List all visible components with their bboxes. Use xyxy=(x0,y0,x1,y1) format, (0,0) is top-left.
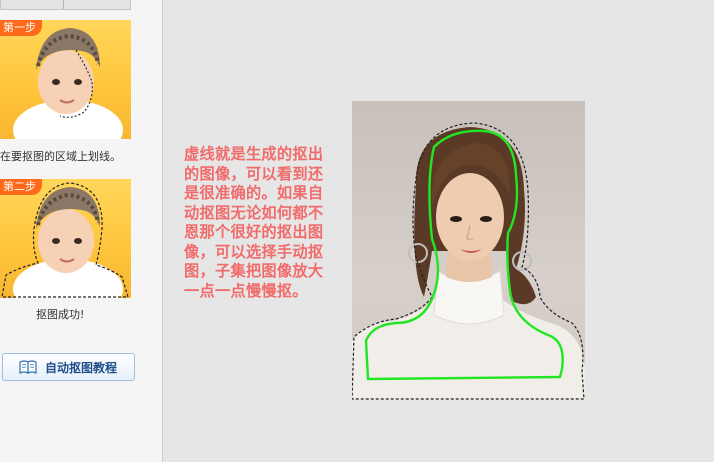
baby-photo-step2 xyxy=(1,182,129,298)
step1-image: 第一步 xyxy=(0,20,131,139)
portrait-cutout-illustration xyxy=(352,122,585,400)
tab-divider xyxy=(63,0,64,9)
left-panel: 第一步 在要抠图的区域上划线。 第二步 抠图成功! 自动抠图教程 xyxy=(0,0,163,462)
step1-badge: 第一步 xyxy=(0,20,42,36)
baby-photo-step1 xyxy=(13,28,123,139)
cutout-explanation-text: 虚线就是生成的抠出的图像，可以看到还是很准确的。如果自动抠图无论如何都不恩那个很… xyxy=(184,145,324,300)
step2-badge: 第二步 xyxy=(0,179,42,195)
tutorial-button-label: 自动抠图教程 xyxy=(45,360,118,375)
top-tab-strip[interactable] xyxy=(0,0,131,10)
book-icon xyxy=(19,360,37,374)
auto-cutout-tutorial-button[interactable]: 自动抠图教程 xyxy=(2,353,135,381)
step2-caption: 抠图成功! xyxy=(36,308,85,321)
step2-image: 第二步 xyxy=(0,179,131,298)
step1-caption: 在要抠图的区域上划线。 xyxy=(0,150,121,163)
portrait-photo xyxy=(352,101,585,400)
